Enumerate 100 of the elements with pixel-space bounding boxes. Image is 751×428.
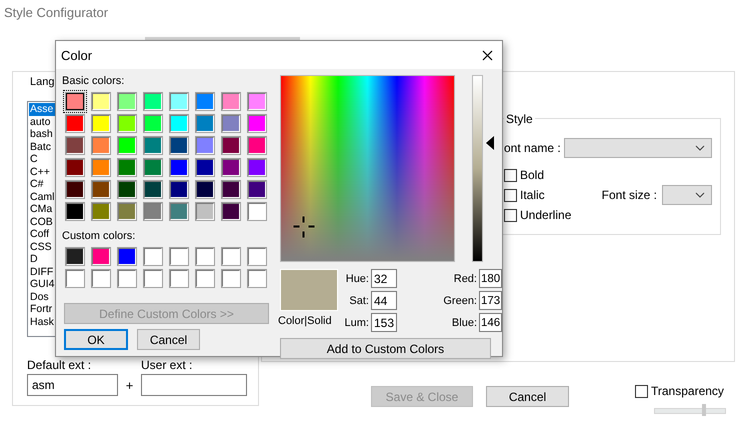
transparency-checkbox[interactable] [635,384,648,398]
color-swatch[interactable] [196,270,214,287]
language-item[interactable]: Caml [29,190,55,203]
value-field[interactable]: 173 [479,291,502,310]
color-swatch[interactable] [248,248,266,265]
color-swatch[interactable] [144,248,162,265]
color-swatch[interactable] [248,159,266,176]
language-item[interactable]: C# [29,178,44,190]
color-swatch[interactable] [66,181,84,198]
color-swatch[interactable] [118,203,136,220]
color-swatch[interactable] [118,93,136,110]
color-swatch[interactable] [248,137,266,154]
default-ext-field[interactable]: asm [27,374,118,396]
color-swatch[interactable] [170,248,188,265]
language-item[interactable]: bash [29,128,53,140]
color-swatch[interactable] [196,137,214,154]
color-swatch[interactable] [170,115,188,132]
color-spectrum[interactable] [280,75,455,262]
color-swatch[interactable] [222,137,240,154]
color-swatch[interactable] [92,115,110,132]
color-swatch[interactable] [170,93,188,110]
color-swatch[interactable] [92,93,110,110]
color-swatch[interactable] [66,137,84,154]
color-swatch[interactable] [248,270,266,287]
color-swatch[interactable] [170,181,188,198]
color-swatch[interactable] [144,181,162,198]
value-field[interactable]: 44 [371,291,397,310]
color-swatch[interactable] [196,248,214,265]
color-swatch[interactable] [222,248,240,265]
color-swatch[interactable] [144,93,162,110]
language-item[interactable]: C [29,153,38,166]
color-swatch[interactable] [222,93,240,110]
color-swatch[interactable] [118,248,136,265]
color-swatch[interactable] [248,181,266,198]
color-swatch[interactable] [118,115,136,132]
color-swatch[interactable] [222,181,240,198]
language-item[interactable]: CSS [29,240,52,253]
color-swatch[interactable] [144,270,162,287]
cancel-button[interactable]: Cancel [137,329,200,350]
checkbox[interactable] [504,168,517,182]
color-swatch[interactable] [222,270,240,287]
color-swatch[interactable] [92,248,110,265]
value-field[interactable]: 153 [371,313,397,332]
color-swatch[interactable] [222,159,240,176]
language-item[interactable]: Dos [29,290,49,303]
color-swatch[interactable] [118,270,136,287]
color-swatch[interactable] [66,203,84,220]
value-field[interactable]: 146 [479,313,502,332]
close-icon[interactable] [482,50,493,60]
color-swatch[interactable] [248,115,266,132]
color-swatch[interactable] [66,159,84,176]
color-swatch[interactable] [196,115,214,132]
value-field[interactable]: 32 [371,269,397,288]
color-swatch[interactable] [248,93,266,110]
color-swatch[interactable] [196,93,214,110]
language-item[interactable]: D [29,253,38,266]
color-swatch[interactable] [92,181,110,198]
language-item[interactable]: auto [29,116,50,128]
color-swatch[interactable] [144,137,162,154]
language-item[interactable]: Batc [29,140,52,153]
color-swatch[interactable] [196,203,214,220]
slider-thumb[interactable] [702,404,706,416]
color-swatch[interactable] [118,159,136,176]
language-item[interactable]: DIFF [29,266,54,278]
ok-button[interactable]: OK [64,329,128,350]
add-to-custom-colors-button[interactable]: Add to Custom Colors [280,338,491,359]
color-swatch[interactable] [144,115,162,132]
cancel-button[interactable]: Cancel [486,386,569,407]
color-swatch[interactable] [66,115,84,132]
language-item[interactable]: GUI4 [29,278,55,290]
color-swatch[interactable] [196,181,214,198]
color-swatch[interactable] [92,270,110,287]
language-item[interactable]: Hask [29,316,54,328]
color-swatch[interactable] [118,181,136,198]
language-item[interactable]: C++ [29,166,50,178]
color-swatch[interactable] [196,159,214,176]
checkbox[interactable] [504,188,517,202]
value-field[interactable]: 180 [479,269,502,288]
language-item[interactable]: Fortr [29,303,52,316]
color-swatch[interactable] [144,203,162,220]
color-swatch[interactable] [222,203,240,220]
checkbox[interactable] [504,208,517,222]
language-item[interactable]: CMa [29,203,52,216]
color-swatch[interactable] [92,137,110,154]
color-swatch[interactable] [118,137,136,154]
color-swatch[interactable] [66,270,84,287]
color-swatch[interactable] [92,159,110,176]
color-swatch[interactable] [170,203,188,220]
color-swatch[interactable] [66,93,84,110]
color-swatch[interactable] [248,203,266,220]
color-swatch[interactable] [170,137,188,154]
language-item[interactable]: COB [29,216,53,228]
color-swatch[interactable] [170,159,188,176]
user-ext-field[interactable] [141,374,247,396]
language-item[interactable]: Coff [29,228,50,240]
color-swatch[interactable] [92,203,110,220]
color-swatch[interactable] [222,115,240,132]
luminance-pointer-icon[interactable] [486,136,494,150]
color-swatch[interactable] [66,248,84,265]
color-swatch[interactable] [144,159,162,176]
